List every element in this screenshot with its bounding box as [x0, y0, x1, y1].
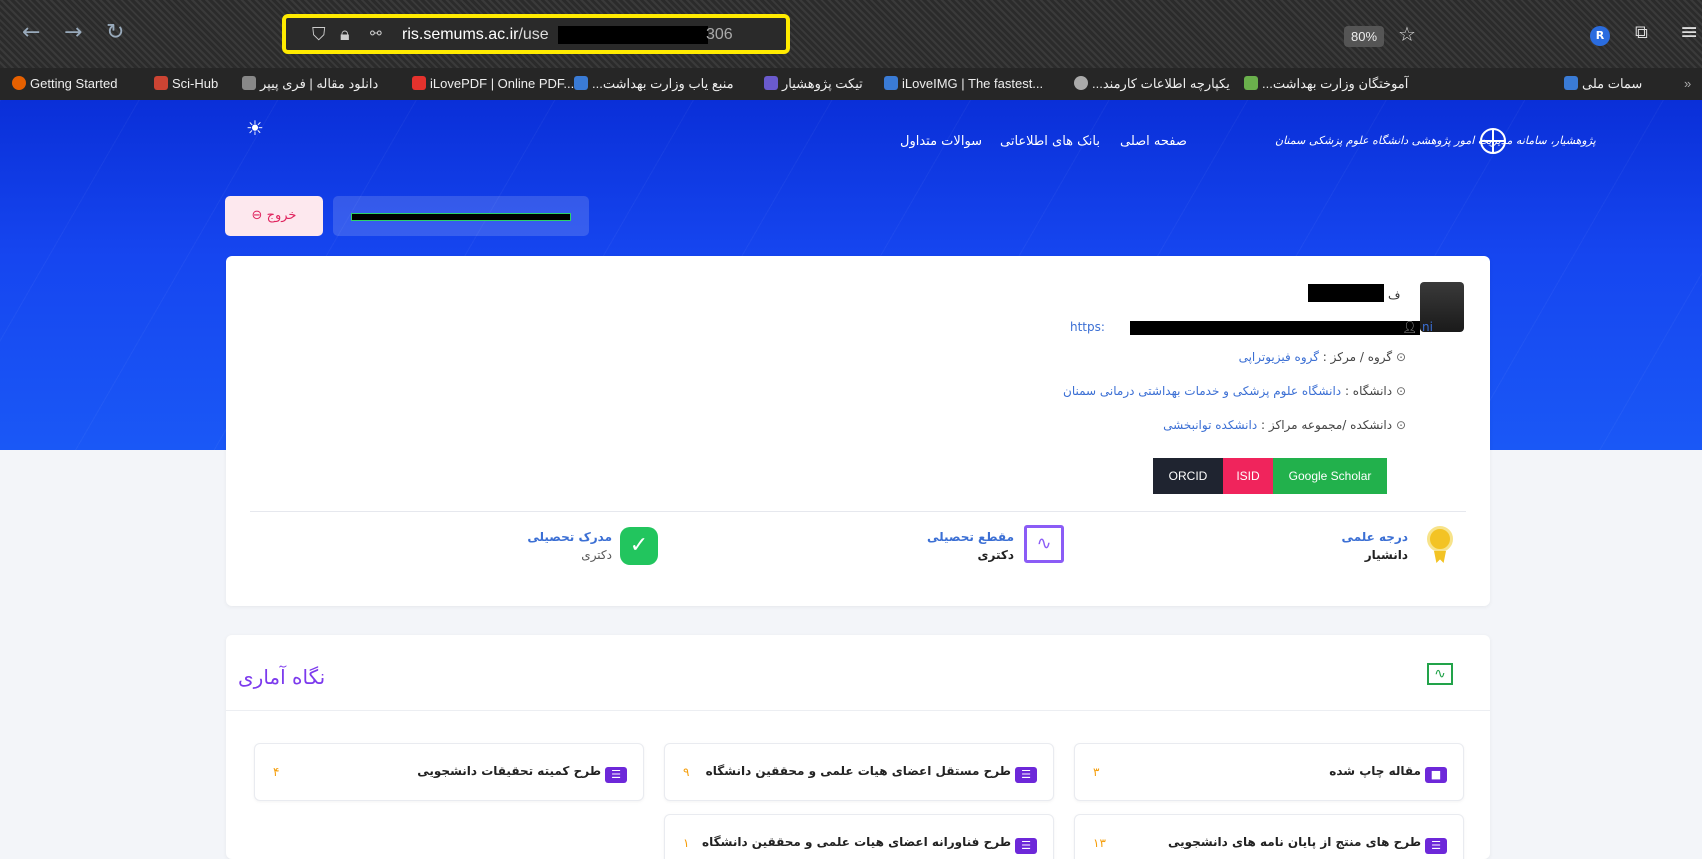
bookmark-star-icon[interactable]: ☆ — [1398, 22, 1416, 46]
divider — [226, 710, 1490, 711]
stat-tile-thesis-projects[interactable]: ☰طرح های منتج از پایان نامه های دانشجویی… — [1074, 814, 1464, 859]
extensions-icon[interactable]: ⧉ — [1635, 22, 1648, 43]
bookmark-favicon-icon — [764, 76, 778, 90]
theme-toggle-icon[interactable]: ☀ — [246, 116, 264, 140]
group-info: ⊙ گروه / مرکز : گروه فیزیوتراپی — [1238, 350, 1406, 364]
statistics-title: نگاه آماری — [238, 665, 326, 689]
university-link[interactable]: دانشگاه علوم پزشکی و خدمات بهداشتی درمان… — [1063, 384, 1341, 398]
nav-faq[interactable]: سوالات متداول — [900, 134, 982, 149]
award-icon — [1427, 526, 1453, 552]
university-info: ⊙ دانشگاه : دانشگاه علوم پزشکی و خدمات ب… — [1063, 384, 1406, 398]
url-text: ris.semums.ac.ir/use — [402, 26, 549, 43]
bookmark-item[interactable]: Getting Started — [8, 76, 117, 91]
stat-tile-faculty-projects[interactable]: ☰طرح مستقل اعضای هیات علمی و محققین دانش… — [664, 743, 1054, 801]
monitor-chart-icon: ∿ — [1427, 663, 1453, 685]
user-icon: 👤︎ — [1402, 320, 1418, 334]
stat-count: ۱ — [683, 836, 690, 850]
bookmark-item[interactable]: Sci-Hub — [150, 76, 218, 91]
browser-toolbar: ← → ↻ ⛉ 🔒︎ ⚯ ris.semums.ac.ir/use 306 80… — [0, 0, 1702, 68]
stat-count: ۳ — [1093, 765, 1100, 779]
faculty-info: ⊙ دانشکده /مجموعه مراکز : دانشکده توانبخ… — [1163, 418, 1406, 432]
shield-icon: ⛉ — [312, 24, 326, 45]
bookmark-favicon-icon — [12, 76, 26, 90]
bookmark-item[interactable]: یکپارچه اطلاعات کارمند... — [1070, 76, 1230, 92]
location-pin-icon: ⊙ — [1395, 350, 1406, 364]
profile-link[interactable]: https: ni — [1070, 320, 1433, 335]
check-badge-icon: ✓ — [620, 527, 658, 565]
list-icon: ☰ — [1425, 838, 1447, 854]
redacted-block — [1308, 284, 1384, 302]
list-icon: ☰ — [605, 767, 627, 783]
group-link[interactable]: گروه فیزیوتراپی — [1239, 350, 1319, 364]
bookmark-favicon-icon — [154, 76, 168, 90]
bookmark-favicon-icon — [1244, 76, 1258, 90]
stat-count: ۹ — [683, 765, 690, 779]
url-tail: 306 — [706, 26, 733, 43]
redacted-block — [558, 26, 708, 44]
google-scholar-button[interactable]: Google Scholar — [1273, 458, 1387, 494]
forward-icon[interactable]: → — [64, 22, 82, 44]
bookmark-favicon-icon — [242, 76, 256, 90]
stat-tile-tech-projects[interactable]: ☰طرح فناورانه اعضای هیات علمی و محققین د… — [664, 814, 1054, 859]
nav-databases[interactable]: بانک های اطلاعاتی — [1000, 134, 1100, 149]
stat-count: ۴ — [273, 765, 280, 779]
briefcase-icon: ■ — [1425, 767, 1447, 783]
divider — [250, 511, 1466, 512]
bookmark-item[interactable]: iLoveIMG | The fastest... — [880, 76, 1043, 91]
bookmark-item[interactable]: منبع یاب وزارت بهداشت... — [570, 76, 734, 92]
zoom-level[interactable]: 80% — [1344, 26, 1385, 47]
reload-icon[interactable]: ↻ — [106, 22, 124, 44]
redacted-block — [1130, 321, 1420, 335]
nav-home[interactable]: صفحه اصلی — [1120, 134, 1187, 149]
more-bookmarks-icon[interactable]: » — [1684, 76, 1691, 91]
site-logo-text: پژوهشیار، سامانه مدیریت امور پژوهشی دانش… — [1275, 134, 1596, 147]
logout-icon: ⊖ — [251, 208, 263, 223]
address-bar[interactable]: ⛉ 🔒︎ ⚯ ris.semums.ac.ir/use 306 — [282, 14, 790, 54]
stat-tile-published-articles[interactable]: ■مقاله چاپ شده ۳ — [1074, 743, 1464, 801]
menu-icon[interactable]: ≡ — [1680, 20, 1698, 45]
bookmark-item[interactable]: سمات ملی — [1560, 76, 1642, 92]
profile-name: ف — [1388, 288, 1401, 302]
rank-value: دانشیار — [1364, 548, 1408, 562]
degree-title: مقطع تحصیلی — [926, 530, 1014, 544]
bookmark-favicon-icon — [1074, 76, 1088, 90]
bookmark-item[interactable]: آموختگان وزارت بهداشت... — [1240, 76, 1408, 92]
bookmark-item[interactable]: دانلود مقاله | فری پیپر — [238, 76, 378, 92]
stat-count: ۱۳ — [1093, 836, 1106, 850]
stat-tile-student-committee[interactable]: ☰طرح کمیته تحقیقات دانشجویی ۴ — [254, 743, 644, 801]
profile-avatar[interactable]: R — [1590, 26, 1610, 46]
user-name-box[interactable] — [333, 196, 589, 236]
lock-icon: 🔒︎ — [340, 24, 350, 45]
bookmark-favicon-icon — [884, 76, 898, 90]
list-icon: ☰ — [1015, 767, 1037, 783]
list-icon: ☰ — [1015, 838, 1037, 854]
calendar-chart-icon: ∿ — [1024, 525, 1064, 563]
bookmark-favicon-icon — [574, 76, 588, 90]
redacted-block — [351, 213, 571, 221]
isid-button[interactable]: ISID — [1223, 458, 1273, 494]
bookmark-favicon-icon — [412, 76, 426, 90]
location-pin-icon: ⊙ — [1395, 418, 1406, 432]
bookmark-item[interactable]: تیکت پژوهشیار — [760, 76, 863, 92]
bookmarks-bar: Getting Started Sci-Hub دانلود مقاله | ف… — [0, 68, 1702, 100]
permissions-icon[interactable]: ⚯ — [370, 26, 382, 42]
bookmark-favicon-icon — [1564, 76, 1578, 90]
rank-title: درجه علمی — [1341, 530, 1408, 544]
site-logo-icon[interactable] — [1480, 128, 1506, 154]
degree-value: دکتری — [977, 548, 1015, 562]
back-icon[interactable]: ← — [22, 22, 40, 44]
bookmark-item[interactable]: iLovePDF | Online PDF... — [408, 76, 574, 91]
certificate-title: مدرک تحصیلی — [527, 530, 612, 544]
location-pin-icon: ⊙ — [1395, 384, 1406, 398]
logout-button[interactable]: خروج ⊖ — [225, 196, 323, 236]
faculty-link[interactable]: دانشکده توانبخشی — [1163, 418, 1257, 432]
orcid-button[interactable]: ORCID — [1153, 458, 1223, 494]
certificate-value: دکتری — [581, 548, 612, 562]
